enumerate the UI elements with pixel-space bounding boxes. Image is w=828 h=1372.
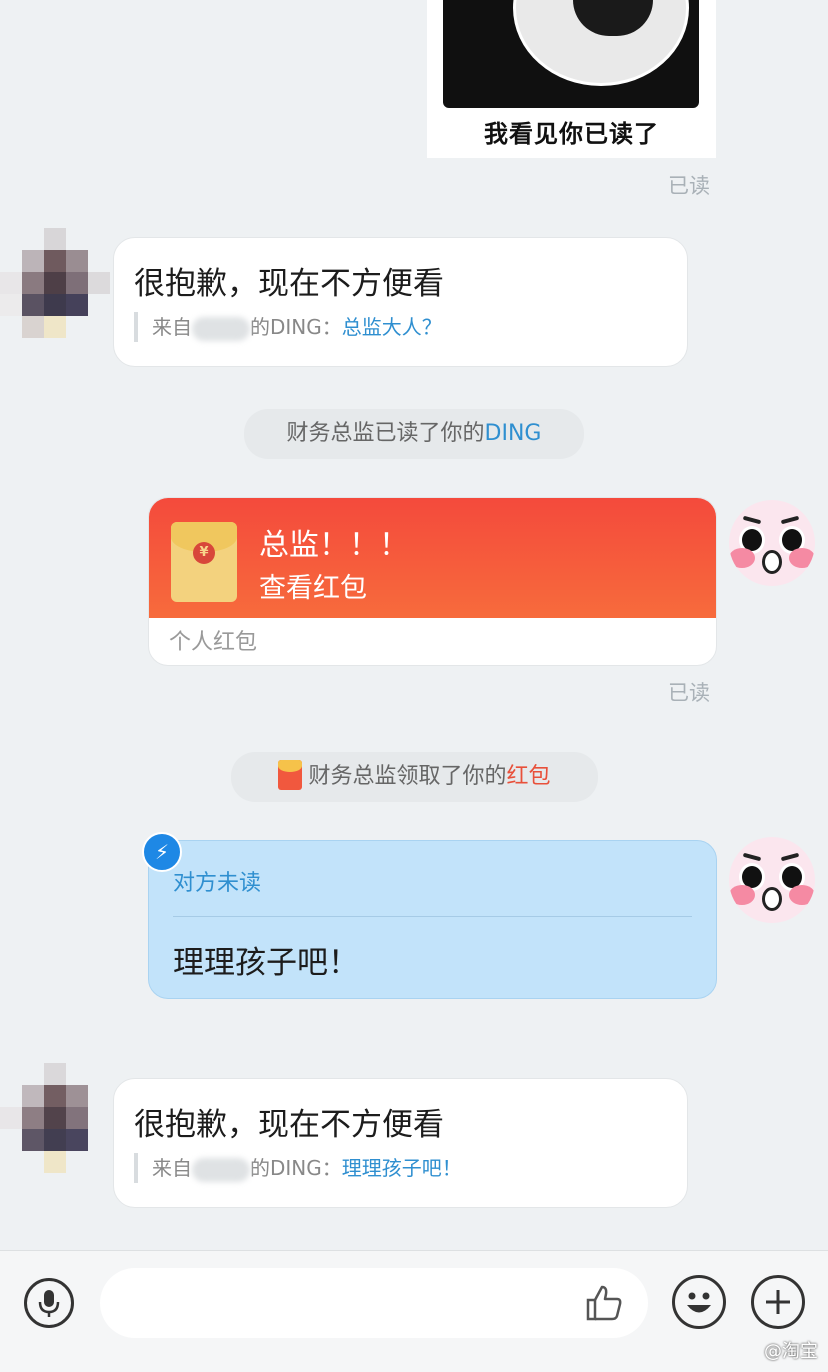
chat-input-bar	[0, 1250, 828, 1372]
lightning-icon: ⚡	[142, 832, 182, 872]
blurred-name	[192, 316, 250, 341]
notice-red-packet-link[interactable]: 红包	[507, 764, 551, 789]
red-packet-card[interactable]: ¥ 总监！！！ 查看红包 个人红包	[148, 497, 717, 666]
emoji-icon[interactable]	[672, 1275, 726, 1329]
microphone-icon[interactable]	[24, 1278, 74, 1328]
watermark: @淘宝	[764, 1341, 818, 1362]
sender-avatar[interactable]	[0, 228, 110, 338]
plus-icon[interactable]	[751, 1275, 805, 1329]
blurred-name	[192, 1157, 250, 1182]
message-input[interactable]	[100, 1268, 648, 1338]
sender-avatar[interactable]	[0, 1063, 110, 1173]
meme-image[interactable]: 我看见你已读了	[427, 0, 716, 158]
ding-quoted-link[interactable]: 总监大人？	[342, 315, 442, 339]
ding-source-quote: 来自 的DING：理理孩子吧！	[134, 1153, 462, 1183]
ding-card-message: 理理孩子吧！	[173, 945, 359, 981]
ding-card-divider	[173, 916, 692, 917]
small-red-envelope-icon	[278, 760, 303, 790]
ding-source-suffix: 的DING：	[250, 315, 342, 339]
notice-text: 财务总监领取了你的	[308, 764, 507, 789]
my-avatar[interactable]	[729, 500, 815, 586]
ding-read-status: 对方未读	[173, 871, 262, 896]
notice-ding-link[interactable]: DING	[485, 421, 542, 446]
meme-face-art	[443, 0, 699, 108]
red-envelope-icon: ¥	[171, 522, 237, 602]
ding-card[interactable]: 对方未读 理理孩子吧！	[148, 840, 717, 999]
ding-source-quote: 来自 的DING：总监大人？	[134, 312, 442, 342]
red-packet-title: 总监！！！	[259, 528, 409, 563]
ding-message-bubble[interactable]: 很抱歉，现在不方便看 来自 的DING：总监大人？	[113, 237, 688, 367]
ding-source-prefix: 来自	[152, 1156, 192, 1180]
notice-text: 财务总监已读了你的	[286, 421, 485, 446]
thumbs-up-icon[interactable]	[584, 1283, 624, 1323]
ding-message-bubble[interactable]: 很抱歉，现在不方便看 来自 的DING：理理孩子吧！	[113, 1078, 688, 1208]
red-packet-received-notice: 财务总监领取了你的红包	[231, 752, 598, 802]
meme-caption: 我看见你已读了	[484, 120, 659, 148]
ding-read-notice: 财务总监已读了你的DING	[244, 409, 584, 459]
read-status: 已读	[668, 174, 710, 198]
my-avatar[interactable]	[729, 837, 815, 923]
ding-message-text: 很抱歉，现在不方便看	[134, 266, 444, 302]
read-status: 已读	[668, 681, 710, 705]
ding-quoted-link[interactable]: 理理孩子吧！	[342, 1156, 462, 1180]
ding-message-text: 很抱歉，现在不方便看	[134, 1107, 444, 1143]
red-packet-type: 个人红包	[169, 630, 258, 655]
red-packet-action: 查看红包	[259, 573, 367, 604]
ding-source-prefix: 来自	[152, 315, 192, 339]
ding-source-suffix: 的DING：	[250, 1156, 342, 1180]
